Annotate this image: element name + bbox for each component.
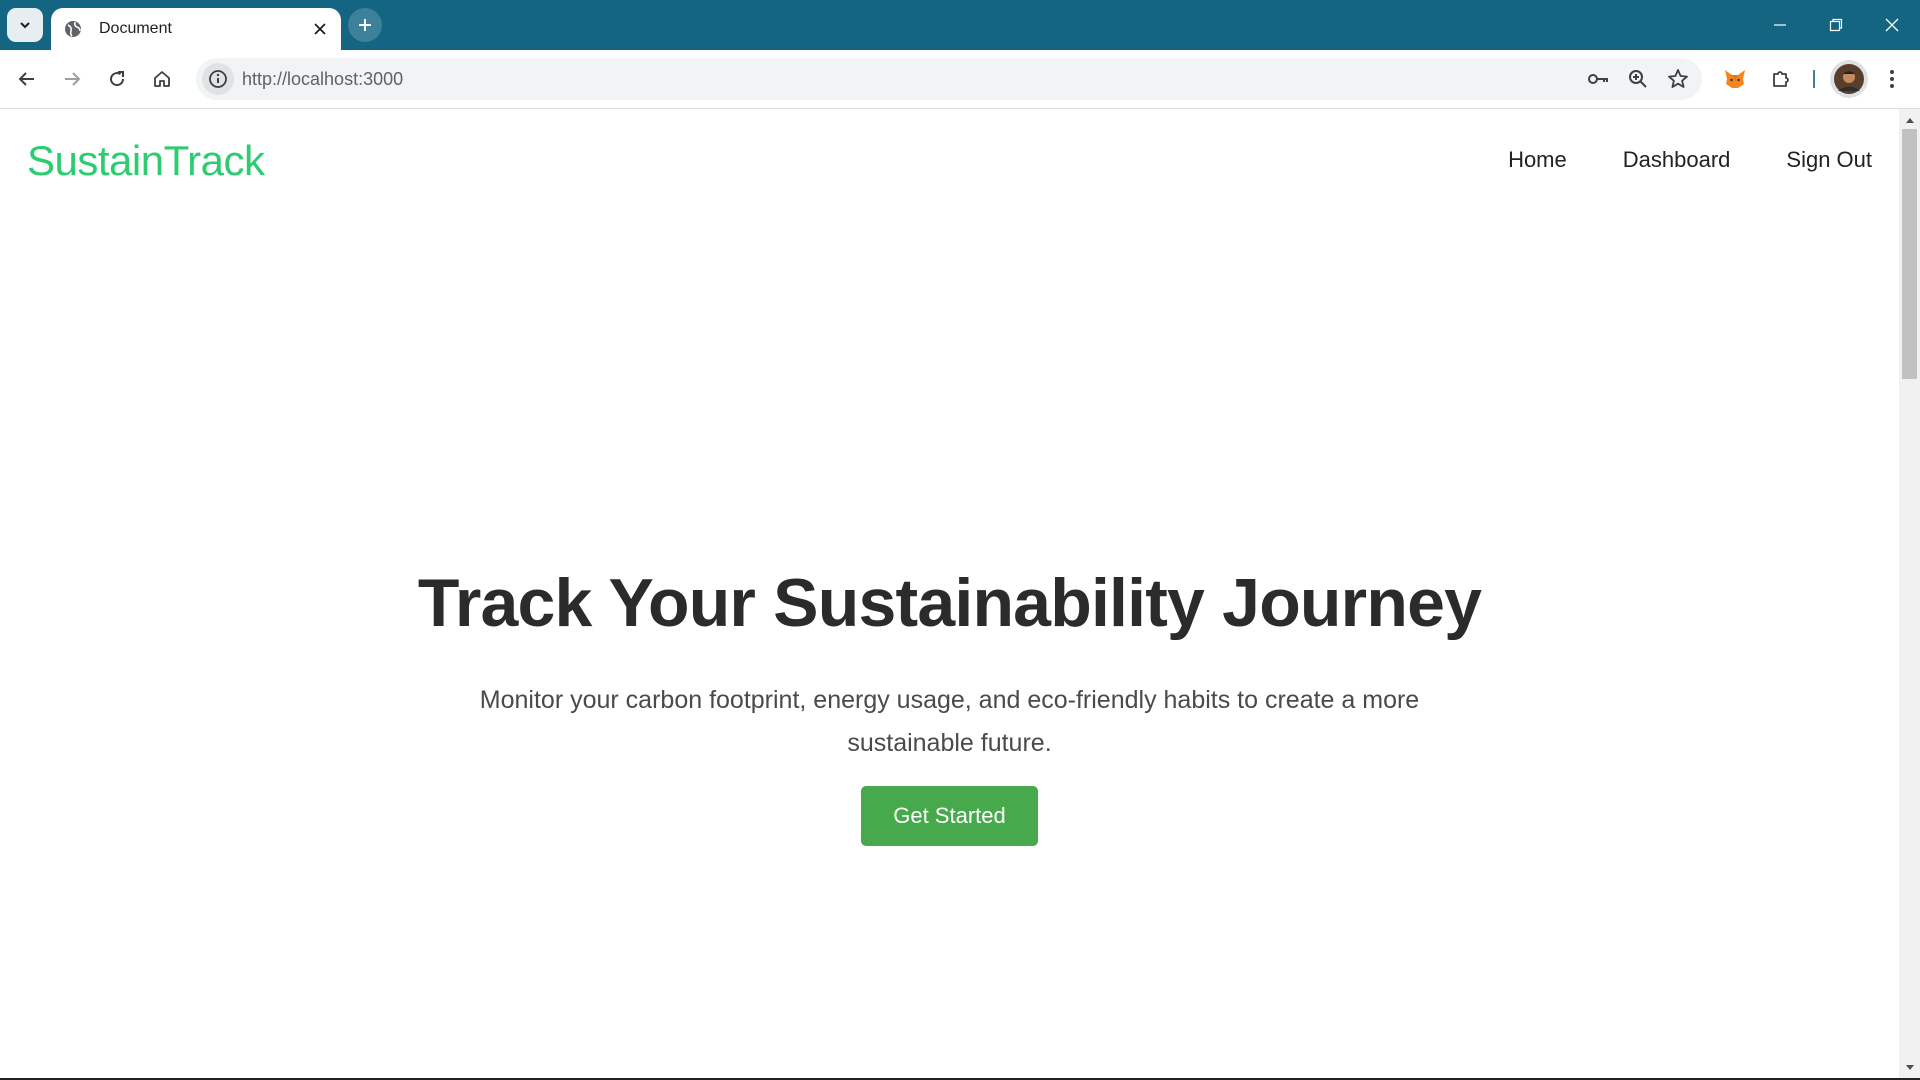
zoom-icon: [1629, 70, 1647, 88]
bookmark-button[interactable]: [1662, 63, 1694, 95]
scrollbar-thumb[interactable]: [1902, 129, 1917, 379]
reload-button[interactable]: [100, 62, 134, 96]
browser-tab[interactable]: Document: [51, 8, 341, 50]
url-text[interactable]: http://localhost:3000: [242, 69, 403, 90]
restore-button[interactable]: [1808, 0, 1864, 50]
globe-icon: [63, 19, 83, 39]
get-started-button[interactable]: Get Started: [861, 786, 1038, 846]
minimize-icon: [1774, 24, 1786, 26]
address-bar[interactable]: http://localhost:3000: [196, 58, 1702, 100]
zoom-button[interactable]: [1622, 63, 1654, 95]
caret-up-icon: [1905, 118, 1914, 123]
fox-extension-button[interactable]: [1718, 62, 1752, 96]
tab-search-button[interactable]: [7, 8, 43, 42]
close-window-button[interactable]: [1864, 0, 1920, 50]
profile-photo-icon: [1834, 64, 1864, 94]
close-icon: [314, 23, 326, 35]
star-icon: [1668, 69, 1688, 88]
hero-subtitle: Monitor your carbon footprint, energy us…: [479, 686, 1420, 757]
nav-sign-out-link[interactable]: Sign Out: [1786, 147, 1872, 173]
scroll-down-button[interactable]: [1899, 1059, 1920, 1077]
arrow-left-icon: [18, 72, 34, 86]
back-button[interactable]: [10, 62, 44, 96]
browser-toolbar: http://localhost:3000: [0, 50, 1920, 109]
tab-close-button[interactable]: [307, 16, 333, 42]
hero-title: Track Your Sustainability Journey: [417, 565, 1482, 641]
page-scrollbar[interactable]: [1899, 109, 1920, 1079]
reload-icon: [110, 71, 125, 87]
caret-down-icon: [1905, 1065, 1914, 1070]
puzzle-icon: [1773, 71, 1789, 87]
home-button[interactable]: [145, 62, 179, 96]
toolbar-divider: [1813, 70, 1815, 88]
plus-icon: [359, 19, 371, 31]
info-icon: [209, 70, 227, 88]
minimize-button[interactable]: [1752, 0, 1808, 50]
new-tab-button[interactable]: [348, 8, 382, 42]
scroll-up-button[interactable]: [1899, 111, 1920, 129]
brand-logo[interactable]: SustainTrack: [27, 137, 265, 185]
browser-menu-button[interactable]: [1875, 62, 1909, 96]
extensions-button[interactable]: [1764, 62, 1798, 96]
nav-dashboard-link[interactable]: Dashboard: [1623, 147, 1731, 173]
password-button[interactable]: [1582, 63, 1614, 95]
site-info-button[interactable]: [202, 63, 234, 95]
chevron-down-icon: [20, 22, 30, 29]
restore-icon: [1829, 18, 1843, 32]
close-window-icon: [1885, 18, 1899, 32]
browser-tab-strip: Document: [0, 0, 1920, 50]
forward-button[interactable]: [55, 62, 89, 96]
kebab-menu-icon: [1890, 70, 1894, 88]
key-icon: [1588, 74, 1608, 84]
home-icon: [154, 71, 170, 87]
fox-extension-icon: [1725, 70, 1745, 88]
arrow-right-icon: [65, 72, 81, 86]
nav-home-link[interactable]: Home: [1508, 147, 1567, 173]
avatar[interactable]: [1830, 60, 1868, 98]
window-controls: [1752, 0, 1920, 50]
main-nav: Home Dashboard Sign Out: [1508, 147, 1872, 173]
page-viewport: SustainTrack Home Dashboard Sign Out Tra…: [0, 109, 1899, 1079]
tab-title: Document: [99, 20, 172, 37]
